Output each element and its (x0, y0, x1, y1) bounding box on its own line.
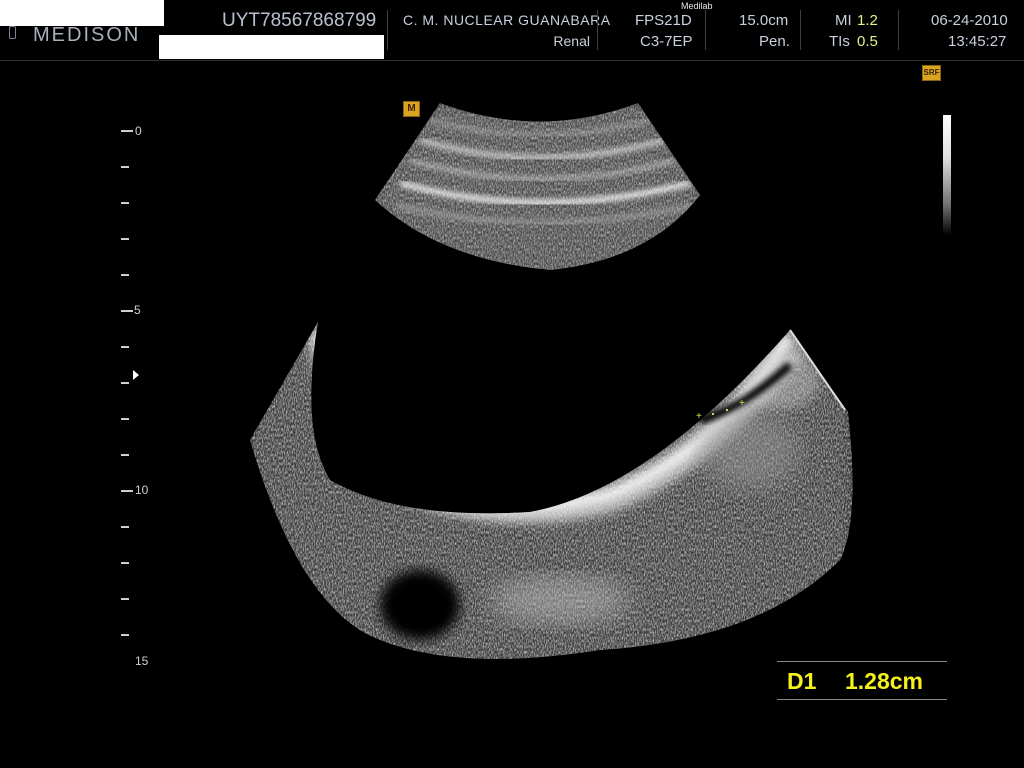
redacted-field (0, 0, 164, 26)
overlay-label: Medilab (681, 1, 713, 11)
patient-id: UYT78567868799 (222, 10, 377, 31)
near-field-sector (375, 103, 700, 270)
tis-value: 0.5 (857, 33, 878, 50)
image-depth: 15.0cm (739, 12, 789, 29)
ultrasound-screen: MEDISON UYT78567868799 C. M. NUCLEAR GUA… (0, 0, 1024, 768)
measurement-label: D1 (787, 668, 817, 694)
measurement-readout: D1 1.28cm (777, 661, 947, 700)
header-divider (898, 10, 899, 50)
redacted-patient-name (159, 35, 384, 59)
hypoechoic-region (380, 570, 460, 640)
exam-date: 06-24-2010 (931, 12, 1008, 29)
exam-preset: Renal (553, 33, 590, 49)
institution-name: C. M. NUCLEAR GUANABARA (403, 12, 611, 28)
mi-label: MI (835, 12, 852, 29)
grayscale-bar (943, 115, 951, 235)
mi-value: 1.2 (857, 12, 878, 29)
header-divider (800, 10, 801, 50)
header-divider (387, 10, 388, 50)
far-field-sector (250, 322, 853, 659)
logo-mark-icon (9, 26, 16, 39)
caliper-dot (712, 413, 714, 415)
info-header: MEDISON UYT78567868799 C. M. NUCLEAR GUA… (0, 0, 1024, 61)
caliper-end-marker[interactable]: + (739, 399, 745, 409)
harmonic-mode: Pen. (759, 33, 790, 50)
orientation-marker: M (403, 101, 420, 117)
probe-frequency: C3-7EP (640, 33, 693, 50)
header-divider (597, 10, 598, 50)
caliper-start-marker[interactable]: + (696, 412, 702, 422)
srf-badge: SRF (922, 65, 941, 81)
caliper-dot (726, 409, 728, 411)
tis-label: TIs (829, 33, 850, 50)
brand-logo: MEDISON (33, 24, 141, 46)
probe-model: FPS21D (635, 12, 692, 29)
header-divider (705, 10, 706, 50)
measurement-value: 1.28cm (845, 668, 924, 694)
exam-time: 13:45:27 (948, 33, 1007, 50)
